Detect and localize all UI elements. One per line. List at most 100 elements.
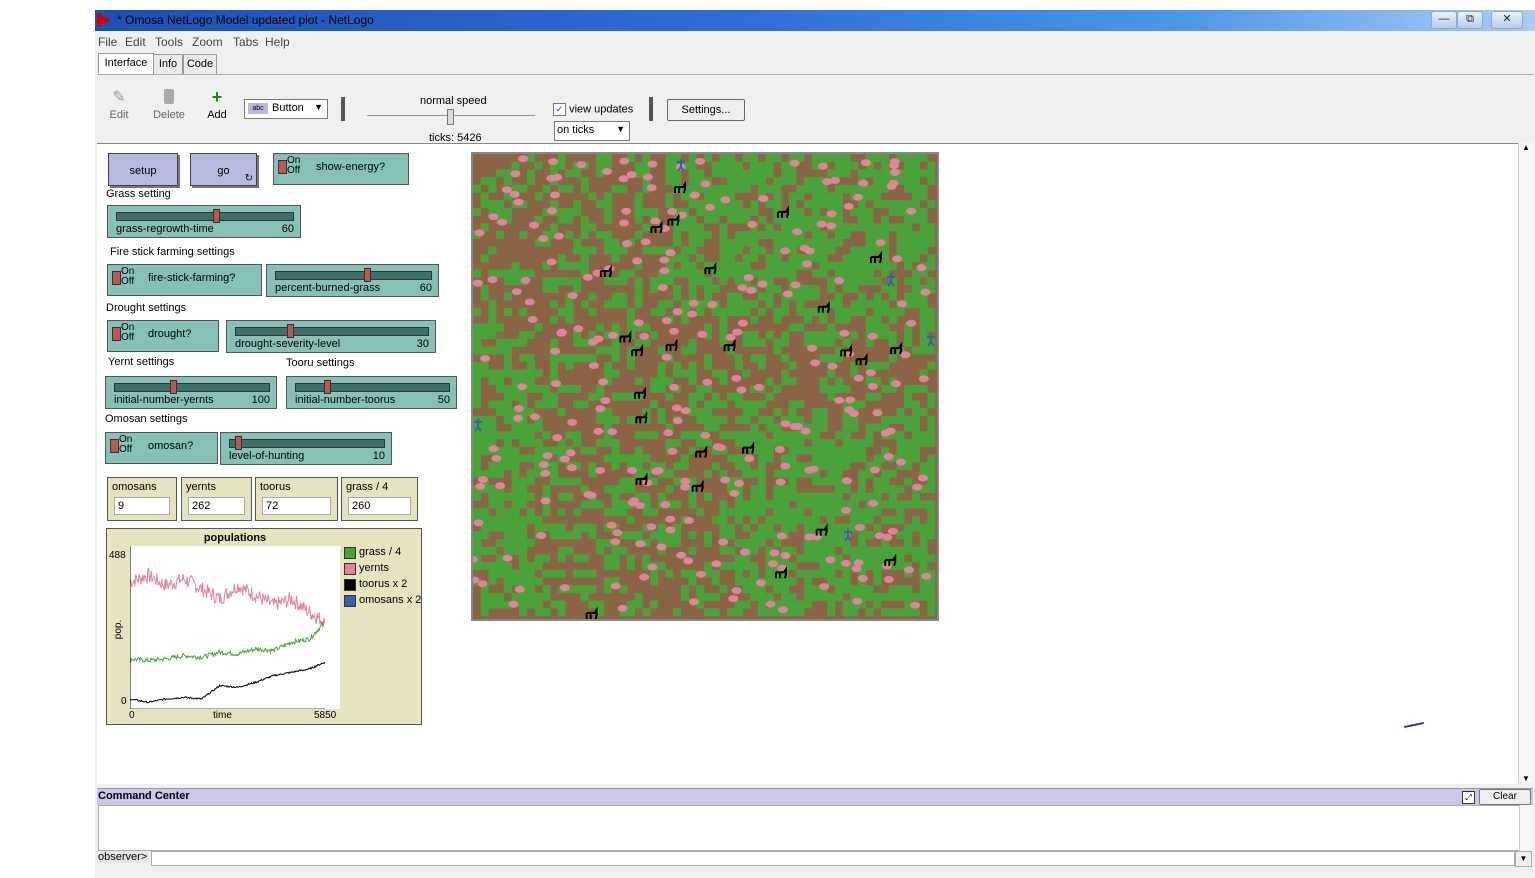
grass-patch — [580, 338, 589, 347]
delete-tool[interactable]: Delete — [151, 87, 187, 121]
initial-yernts-slider[interactable]: initial-number-yernts 100 — [105, 376, 277, 409]
tooru-agent — [665, 338, 678, 352]
command-output[interactable] — [98, 805, 1520, 851]
tab-info[interactable]: Info — [153, 54, 183, 74]
grass-patch — [480, 438, 489, 447]
grass-patch — [927, 431, 936, 440]
grass-patch — [603, 346, 612, 355]
fire-stick-farming-switch[interactable]: On Off fire-stick-farming? — [107, 264, 262, 296]
grass-patch — [596, 323, 605, 332]
grass-patch — [580, 223, 589, 232]
command-input[interactable] — [151, 851, 1515, 866]
yernt-agent — [683, 557, 694, 565]
grass-patch — [665, 154, 674, 162]
grass-patch — [711, 569, 720, 578]
menu-edit[interactable]: Edit — [125, 35, 146, 49]
hunting-level-slider[interactable]: level-of-hunting 10 — [220, 432, 392, 465]
view-updates-checkbox[interactable]: ✓ view updates — [553, 103, 633, 116]
populations-plot[interactable]: populations 488 0 0 5850 time pop. grass… — [106, 528, 422, 725]
grass-patch — [788, 361, 797, 370]
grass-patch — [911, 177, 920, 186]
drought-switch[interactable]: On Off drought? — [107, 320, 219, 352]
grass-patch — [711, 308, 720, 316]
history-dropdown-icon[interactable]: ▼ — [1515, 851, 1532, 867]
grass-patch — [503, 369, 512, 378]
slider-thumb[interactable] — [287, 324, 295, 338]
grass-patch — [634, 300, 643, 309]
yernt-agent — [765, 600, 776, 608]
add-tool[interactable]: + Add — [205, 87, 229, 121]
title-bar[interactable]: * Omosa NetLogo Model updated plot - Net… — [95, 10, 1535, 31]
setup-button[interactable]: setup — [108, 153, 178, 186]
grass-patch — [665, 192, 674, 201]
grass-patch — [511, 269, 520, 278]
switch-state-labels: On Off — [119, 434, 133, 455]
grass-regrowth-slider[interactable]: grass-regrowth-time 60 — [107, 205, 301, 238]
expand-icon[interactable]: ⤢ — [1462, 791, 1475, 804]
yernt-agent — [753, 383, 764, 391]
grass-patch — [673, 369, 682, 378]
grass-patch — [519, 592, 528, 601]
tab-code[interactable]: Code — [183, 54, 217, 74]
grass-patch — [488, 546, 497, 555]
observer-prompt[interactable]: observer> — [97, 851, 149, 863]
percent-burned-slider[interactable]: percent-burned-grass 60 — [266, 264, 439, 297]
initial-toorus-slider[interactable]: initial-number-toorus 50 — [286, 376, 457, 409]
grass-patch — [834, 269, 843, 278]
grass-patch — [557, 477, 566, 486]
minimize-button[interactable]: — — [1431, 11, 1457, 29]
omosan-switch[interactable]: On Off omosan? — [105, 432, 218, 464]
maximize-button[interactable]: ⧉ — [1457, 11, 1483, 29]
grass-patch — [781, 431, 789, 440]
go-button[interactable]: go ↻ — [190, 153, 257, 186]
world-view[interactable] — [471, 152, 939, 621]
widget-type-dropdown[interactable]: abc Button ▼ — [244, 99, 328, 119]
close-button[interactable]: ✕ — [1491, 11, 1523, 29]
speed-slider[interactable] — [367, 109, 535, 125]
grass-patch — [573, 438, 582, 447]
grass-patch — [811, 423, 820, 432]
clear-button[interactable]: Clear — [1479, 789, 1531, 805]
menu-zoom[interactable]: Zoom — [192, 35, 223, 49]
grass-patch — [865, 277, 874, 286]
grass-patch — [526, 569, 535, 578]
grass-patch — [565, 169, 574, 178]
settings-button[interactable]: Settings... — [667, 99, 745, 121]
edit-tool[interactable]: ✎ Edit — [107, 87, 131, 121]
command-output-scrollbar[interactable] — [1519, 805, 1533, 851]
slider-thumb[interactable] — [324, 380, 332, 394]
grass-patch — [873, 546, 882, 555]
slider-thumb[interactable] — [234, 436, 242, 450]
menu-tabs[interactable]: Tabs — [233, 35, 258, 49]
slider-thumb[interactable] — [212, 209, 220, 223]
grass-patch — [811, 569, 820, 578]
grass-patch — [503, 207, 512, 216]
drought-severity-slider[interactable]: drought-severity-level 30 — [226, 320, 436, 353]
grass-patch — [680, 300, 689, 309]
speed-slider-thumb[interactable] — [447, 109, 454, 125]
menu-tools[interactable]: Tools — [155, 35, 183, 49]
grass-patch — [819, 200, 828, 209]
grass-patch — [873, 508, 882, 517]
grass-patch — [734, 300, 743, 309]
grass-patch — [727, 392, 736, 401]
yernt-agent — [782, 290, 793, 298]
grass-patch — [734, 608, 743, 617]
menu-help[interactable]: Help — [265, 35, 290, 49]
tab-interface[interactable]: Interface — [98, 53, 154, 74]
slider-thumb[interactable] — [364, 268, 372, 282]
show-energy-switch[interactable]: On Off show-energy? — [273, 153, 409, 185]
grass-patch — [919, 300, 928, 309]
grass-patch — [696, 415, 705, 424]
yernt-agent — [780, 247, 791, 255]
menu-file[interactable]: File — [98, 35, 117, 49]
yernt-agent — [473, 519, 484, 527]
slider-thumb[interactable] — [170, 380, 178, 394]
grass-patch — [550, 477, 558, 486]
grass-patch — [727, 261, 736, 270]
grass-patch — [511, 377, 520, 386]
yernt-agent — [689, 598, 699, 606]
update-mode-dropdown[interactable]: on ticks ▼ — [554, 121, 630, 141]
interface-vertical-scrollbar[interactable]: ▲ ▼ — [1518, 143, 1534, 783]
grass-patch — [850, 161, 859, 170]
